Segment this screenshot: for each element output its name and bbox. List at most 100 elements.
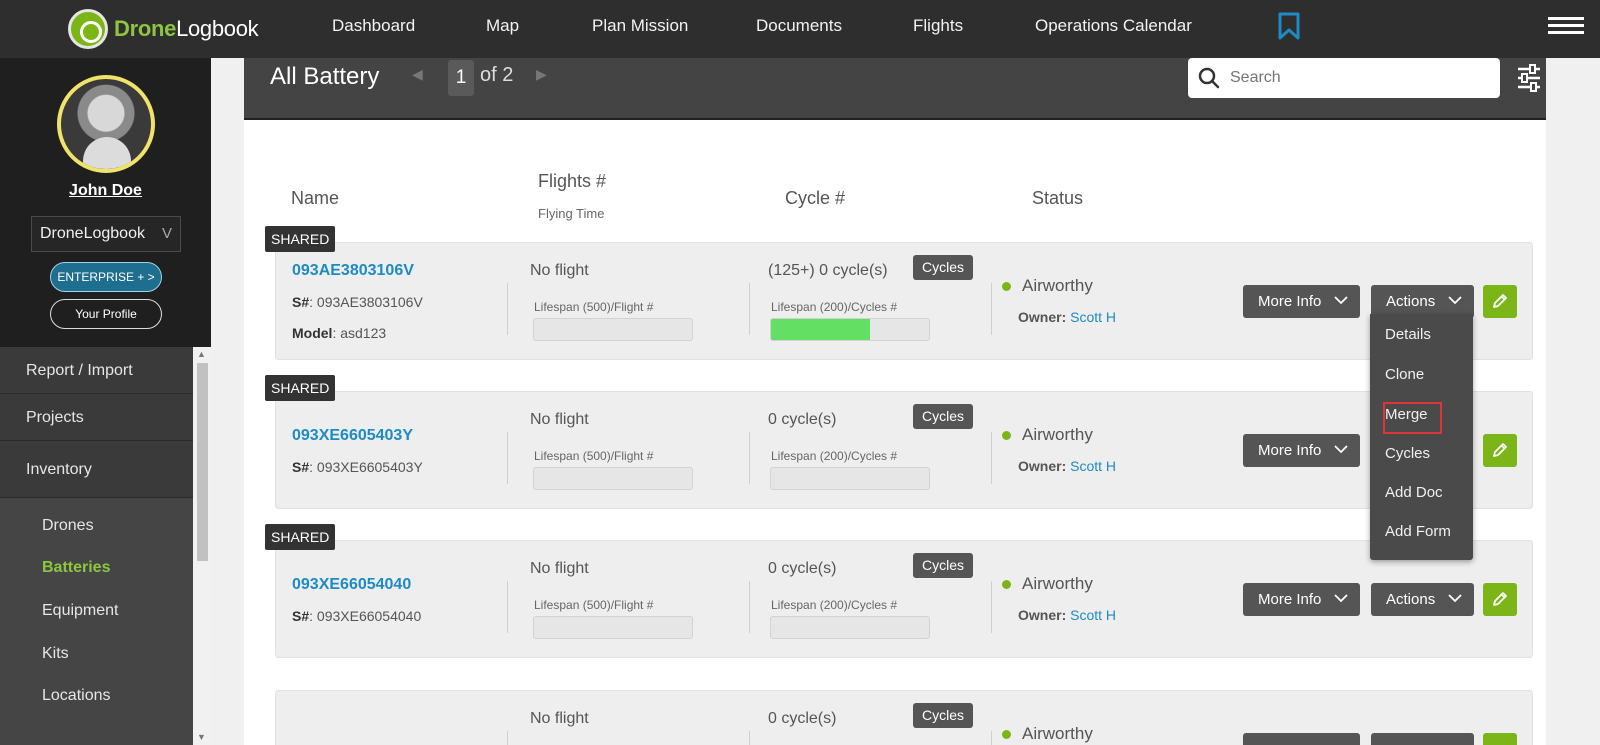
nav-map[interactable]: Map	[486, 16, 519, 36]
cycles-button[interactable]: Cycles	[913, 553, 974, 578]
owner: Owner: Scott H	[1018, 607, 1117, 623]
scroll-up-arrow-icon[interactable]: ▲	[197, 349, 206, 359]
cycles-button[interactable]: Cycles	[913, 703, 974, 728]
scrollbar-thumb[interactable]	[197, 363, 208, 561]
cycles-button[interactable]: Cycles	[913, 404, 974, 429]
status-indicator	[1002, 730, 1011, 739]
cycles-button[interactable]: Cycles	[913, 255, 974, 280]
sidebar-item-batteries[interactable]: Batteries	[42, 559, 110, 577]
more-info-button[interactable]: More Info	[1243, 583, 1360, 616]
column-divider	[991, 731, 992, 745]
next-page-icon[interactable]: ▶	[536, 66, 547, 83]
lifespan-flight-label: Lifespan (500)/Flight #	[534, 449, 654, 463]
more-info-button[interactable]: More Info	[1243, 285, 1360, 318]
battery-name-link[interactable]: 093XE6605403Y	[292, 427, 413, 445]
column-divider	[991, 283, 992, 335]
menu-item-merge[interactable]: Merge	[1385, 406, 1428, 423]
logo[interactable]: DroneLogbook	[68, 6, 259, 52]
edit-button[interactable]	[1483, 583, 1517, 616]
organization-select[interactable]: DroneLogbook V	[31, 216, 181, 252]
nav-plan-mission[interactable]: Plan Mission	[592, 16, 688, 36]
page-total: of 2	[480, 64, 514, 86]
logo-mark-icon	[68, 9, 108, 49]
status-indicator	[1002, 282, 1011, 291]
battery-name-link[interactable]: 093AE3803106V	[292, 262, 414, 280]
actions-dropdown-menu: Details Clone Merge Cycles Add Doc Add F…	[1370, 314, 1473, 560]
battery-serial: S#: 093AE3803106V	[292, 294, 423, 310]
chevron-down-icon	[1334, 445, 1348, 454]
menu-item-details[interactable]: Details	[1385, 326, 1431, 343]
more-info-button[interactable]: More Info	[1243, 434, 1360, 467]
sidebar-item-locations[interactable]: Locations	[42, 687, 111, 705]
lifespan-flight-bar	[533, 318, 693, 341]
chevron-down-icon: V	[161, 225, 172, 242]
nav-operations-calendar[interactable]: Operations Calendar	[1035, 16, 1192, 36]
search-input[interactable]	[1230, 58, 1490, 98]
sidebar-item-inventory[interactable]: Inventory	[0, 441, 193, 498]
current-page[interactable]: 1	[448, 60, 474, 96]
edit-button[interactable]	[1483, 733, 1517, 745]
chevron-down-icon	[1334, 296, 1348, 305]
chevron-down-icon	[1448, 594, 1462, 603]
menu-item-clone[interactable]: Clone	[1385, 366, 1424, 383]
sidebar-item-equipment[interactable]: Equipment	[42, 602, 119, 620]
battery-model: Model: asd123	[292, 325, 387, 341]
list-header-bar: All Battery ◀ 1 of 2 ▶	[244, 58, 1546, 120]
enterprise-button[interactable]: ENTERPRISE + >	[50, 262, 162, 292]
column-divider	[507, 432, 508, 484]
nav-flights[interactable]: Flights	[913, 16, 963, 36]
edit-button[interactable]	[1483, 434, 1517, 467]
search-box	[1188, 58, 1500, 98]
column-divider	[991, 432, 992, 484]
sidebar-item-report-import[interactable]: Report / Import	[0, 347, 193, 394]
menu-item-add-doc[interactable]: Add Doc	[1385, 484, 1443, 501]
column-header-status: Status	[1032, 188, 1084, 208]
sidebar-menu: Report / Import Projects Inventory Drone…	[0, 347, 193, 745]
nav-documents[interactable]: Documents	[756, 16, 842, 36]
hamburger-icon[interactable]	[1548, 17, 1584, 37]
owner-link[interactable]: Scott H	[1070, 458, 1116, 474]
actions-button[interactable]: Actions	[1371, 583, 1474, 616]
filter-sliders-icon[interactable]	[1516, 64, 1542, 92]
bookmark-icon[interactable]	[1278, 12, 1300, 40]
flights-value: No flight	[530, 560, 589, 577]
lifespan-flight-label: Lifespan (500)/Flight #	[534, 598, 654, 612]
scroll-down-arrow-icon[interactable]: ▼	[197, 732, 206, 742]
your-profile-button[interactable]: Your Profile	[50, 299, 162, 329]
owner-link[interactable]: Scott H	[1070, 309, 1116, 325]
shared-badge: SHARED	[265, 524, 336, 550]
column-divider	[507, 581, 508, 633]
column-divider	[749, 731, 750, 745]
sidebar-item-drones[interactable]: Drones	[42, 517, 94, 535]
battery-row: SHARED 093XE66054040 S#: 093XE66054040 N…	[265, 524, 1533, 658]
lifespan-cycles-label: Lifespan (200)/Cycles #	[771, 449, 898, 463]
battery-row: SHARED 093AE3803106V S#: 093AE3803106V M…	[265, 226, 1533, 360]
owner: Owner: Scott H	[1018, 458, 1117, 474]
menu-item-cycles[interactable]: Cycles	[1385, 445, 1430, 462]
logo-text: DroneLogbook	[114, 16, 259, 41]
status-indicator	[1002, 431, 1011, 440]
owner-link[interactable]: Scott H	[1070, 607, 1116, 623]
edit-button[interactable]	[1483, 285, 1517, 318]
nav-dashboard[interactable]: Dashboard	[332, 16, 415, 36]
lifespan-cycles-label: Lifespan (200)/Cycles #	[771, 598, 898, 612]
sidebar-item-projects[interactable]: Projects	[0, 394, 193, 441]
flights-value: No flight	[530, 411, 589, 428]
top-navigation: DroneLogbook Dashboard Map Plan Mission …	[0, 0, 1600, 58]
battery-serial: S#: 093XE6605403Y	[292, 459, 423, 475]
status-text: Airworthy	[1022, 425, 1093, 444]
more-info-button[interactable]	[1243, 733, 1360, 745]
cycle-count: (125+) 0 cycle(s)	[768, 262, 888, 279]
battery-name-link[interactable]: 093XE66054040	[292, 576, 411, 594]
avatar[interactable]	[57, 75, 155, 173]
sidebar-item-kits[interactable]: Kits	[42, 645, 69, 663]
flights-value: No flight	[530, 262, 589, 279]
owner: Owner: Scott H	[1018, 309, 1117, 325]
actions-button[interactable]	[1371, 733, 1474, 745]
user-name-link[interactable]: John Doe	[0, 182, 211, 200]
lifespan-cycles-bar	[770, 467, 930, 490]
sidebar-scrollbar[interactable]: ▲ ▼	[193, 347, 211, 745]
lifespan-cycles-bar	[770, 318, 930, 341]
menu-item-add-form[interactable]: Add Form	[1385, 523, 1451, 540]
previous-page-icon[interactable]: ◀	[412, 66, 423, 83]
